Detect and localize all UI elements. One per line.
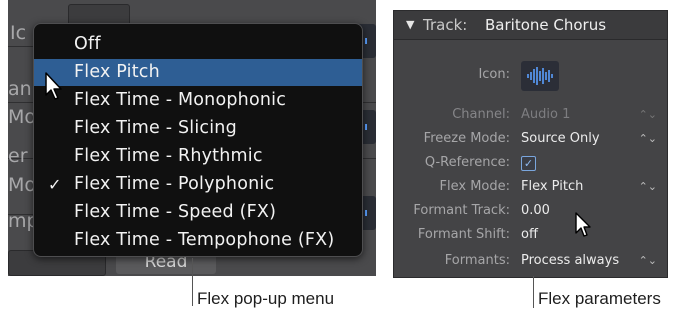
track-inspector: ▼ Track: Baritone Chorus Icon: Channel: … [393,10,668,278]
param-label: Formants: [444,253,510,268]
param-label: Freeze Mode: [423,131,510,146]
freeze-mode-row[interactable]: Freeze Mode: Source Only ⌃⌄ [394,127,667,151]
menu-item-flex-time-polyphonic[interactable]: ✓ Flex Time - Polyphonic [34,171,362,198]
menu-item-flex-pitch[interactable]: Flex Pitch [34,59,362,86]
caption-flex-popup-menu: Flex pop-up menu [197,289,335,308]
param-label: Formant Shift: [417,227,510,242]
truncated-track-label: Ic [10,22,27,44]
triangle-down-icon[interactable]: ▼ [406,11,414,39]
track-name: Baritone Chorus [485,16,607,34]
chevron-updown-icon[interactable]: ⌃⌄ [639,127,657,151]
param-label: Flex Mode: [439,179,510,194]
truncated-track-label: Mo [8,174,37,196]
flex-mode-value[interactable]: Flex Pitch [521,175,583,199]
menu-item-flex-time-tempophone[interactable]: Flex Time - Tempophone (FX) [34,227,362,254]
q-reference-row: Q-Reference: ✓ [394,151,667,175]
truncated-track-label: Mo [8,106,37,128]
menu-item-flex-time-monophonic[interactable]: Flex Time - Monophonic [34,87,362,114]
chevron-updown-icon[interactable]: ⌃⌄ [639,175,657,199]
header-label: Track: [423,16,468,34]
truncated-track-label: er [8,145,28,167]
caption-flex-parameters: Flex parameters [538,289,661,308]
truncated-track-label: an [8,78,32,100]
freeze-mode-value[interactable]: Source Only [521,127,600,151]
menu-item-flex-time-slicing[interactable]: Flex Time - Slicing [34,115,362,142]
menu-item-flex-time-rhythmic[interactable]: Flex Time - Rhythmic [34,143,362,170]
formants-row[interactable]: Formants: Process always ⌃⌄ [394,249,667,273]
caption-leader-line [192,258,193,306]
icon-label: Icon: [478,67,510,82]
track-icon-button[interactable] [521,61,559,91]
menu-item-label: Off [74,34,101,54]
menu-item-label: Flex Time - Monophonic [74,90,287,110]
formant-shift-value[interactable]: off [521,223,538,247]
menu-item-off[interactable]: Off [34,31,362,58]
formants-value[interactable]: Process always [521,249,619,273]
flex-popup-menu: Off Flex Pitch Flex Time - Monophonic Fl… [33,23,363,257]
formant-track-row: Formant Track: 0.00 [394,199,667,223]
menu-item-label: Flex Time - Polyphonic [74,174,275,194]
chevron-updown-icon: ⌃⌄ [638,108,657,121]
param-label: Formant Track: [413,203,510,218]
formant-shift-row: Formant Shift: off [394,223,667,247]
waveform-icon [527,67,553,85]
menu-item-label: Flex Time - Tempophone (FX) [74,230,335,250]
mouse-pointer-icon [575,212,591,237]
inspector-header[interactable]: ▼ Track: Baritone Chorus [394,11,667,40]
param-label: Channel: [452,107,510,122]
checkmark-icon: ✓ [48,175,62,194]
param-label: Q-Reference: [424,155,510,170]
menu-item-label: Flex Pitch [74,62,160,82]
q-reference-checkbox[interactable]: ✓ [521,156,536,171]
menu-item-flex-time-speed[interactable]: Flex Time - Speed (FX) [34,199,362,226]
mouse-pointer-icon [45,72,62,100]
caption-leader-line [533,276,534,308]
flex-mode-row[interactable]: Flex Mode: Flex Pitch ⌃⌄ [394,175,667,199]
chevron-updown-icon[interactable]: ⌃⌄ [639,249,657,273]
menu-item-label: Flex Time - Rhythmic [74,146,263,166]
channel-value: Audio 1 [521,107,571,122]
track-header-area: Ic an Mo er Mo mp Read Off Flex Pitch Fl… [8,0,376,276]
channel-row: Channel: Audio 1 ⌃⌄ [394,103,667,127]
formant-track-value[interactable]: 0.00 [521,199,550,223]
menu-item-label: Flex Time - Speed (FX) [74,202,277,222]
menu-item-label: Flex Time - Slicing [74,118,237,138]
